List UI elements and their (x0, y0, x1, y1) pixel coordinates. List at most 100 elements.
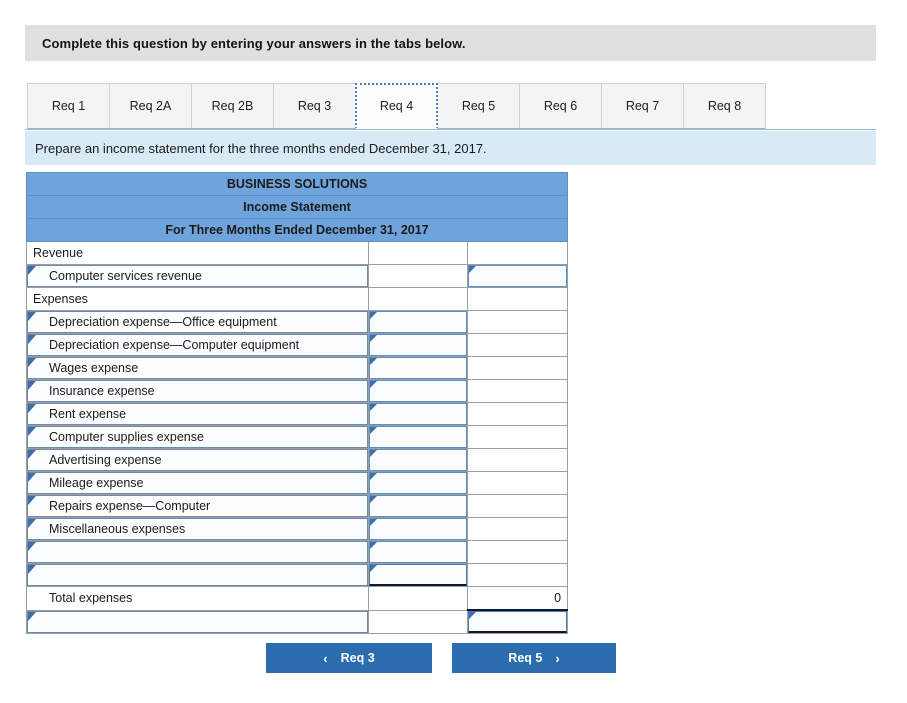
amount-input-cell-1[interactable] (369, 357, 468, 380)
statement-row: Revenue (27, 242, 568, 265)
amount-input-cell-2[interactable] (468, 610, 568, 633)
amount-cell-2 (468, 334, 568, 357)
tab-label: Req 5 (462, 99, 495, 113)
amount-input-cell-1[interactable] (369, 426, 468, 449)
statement-row: Expenses (27, 288, 568, 311)
tab-req-8[interactable]: Req 8 (683, 83, 766, 129)
statement-period: For Three Months Ended December 31, 2017 (27, 219, 568, 242)
account-select-cell[interactable]: Miscellaneous expenses (27, 518, 369, 541)
statement-period-row: For Three Months Ended December 31, 2017 (27, 219, 568, 242)
dropdown-corner-marker-icon (28, 404, 36, 413)
account-label: Computer supplies expense (27, 426, 368, 448)
amount-input-cell-2[interactable] (468, 265, 568, 288)
cell-input-box[interactable] (27, 541, 368, 563)
account-label: Advertising expense (27, 449, 368, 471)
account-select-cell[interactable]: Depreciation expense—Office equipment (27, 311, 369, 334)
cell-input-box[interactable] (369, 311, 467, 333)
account-select-cell[interactable]: Insurance expense (27, 380, 369, 403)
dropdown-corner-marker-icon (370, 381, 377, 388)
account-select-cell[interactable] (27, 564, 369, 587)
dropdown-corner-marker-icon (28, 358, 36, 367)
account-select-cell[interactable]: Computer services revenue (27, 265, 369, 288)
amount-input-cell-1[interactable] (369, 541, 468, 564)
account-label: Expenses (27, 288, 368, 310)
cell-input-box[interactable] (369, 334, 467, 356)
cell-input-box[interactable] (369, 495, 467, 517)
account-label: Wages expense (27, 357, 368, 379)
amount-input-cell-1[interactable] (369, 311, 468, 334)
dropdown-corner-marker-icon (28, 473, 36, 482)
amount-cell-2 (468, 380, 568, 403)
statement-title-row: Income Statement (27, 196, 568, 219)
amount-input-cell-1[interactable] (369, 472, 468, 495)
amount-cell-2 (468, 472, 568, 495)
account-select-cell[interactable]: Repairs expense—Computer (27, 495, 369, 518)
statement-row: Computer services revenue (27, 265, 568, 288)
cell-input-box[interactable] (468, 611, 567, 633)
tab-req-6[interactable]: Req 6 (519, 83, 602, 129)
account-select-cell[interactable]: Computer supplies expense (27, 426, 369, 449)
tab-req-4[interactable]: Req 4 (355, 83, 438, 129)
statement-row: Computer supplies expense (27, 426, 568, 449)
cell-input-box[interactable] (27, 564, 368, 586)
dropdown-corner-marker-icon (28, 427, 36, 436)
account-select-cell[interactable]: Advertising expense (27, 449, 369, 472)
account-select-cell[interactable]: Mileage expense (27, 472, 369, 495)
dropdown-corner-marker-icon (28, 565, 36, 574)
amount-input-cell-1[interactable] (369, 518, 468, 541)
dropdown-corner-marker-icon (370, 519, 377, 526)
dropdown-corner-marker-icon (370, 565, 377, 572)
cell-input-box[interactable] (369, 541, 467, 563)
dropdown-corner-marker-icon (370, 404, 377, 411)
tab-label: Req 8 (708, 99, 741, 113)
amount-cell-2 (468, 288, 568, 311)
tab-req-2b[interactable]: Req 2B (191, 83, 274, 129)
cell-input-box[interactable] (369, 357, 467, 379)
tab-req-3[interactable]: Req 3 (273, 83, 356, 129)
dropdown-corner-marker-icon (370, 335, 377, 342)
cell-input-box[interactable] (369, 472, 467, 494)
cell-input-box[interactable] (369, 518, 467, 540)
cell-input-box[interactable] (27, 611, 368, 633)
account-select-cell[interactable]: Rent expense (27, 403, 369, 426)
amount-input-cell-1[interactable] (369, 380, 468, 403)
prev-requirement-label: Req 3 (341, 651, 375, 665)
cell-input-box[interactable] (369, 403, 467, 425)
amount-input-cell-1[interactable] (369, 403, 468, 426)
tab-req-2a[interactable]: Req 2A (109, 83, 192, 129)
amount-cell-1 (369, 288, 468, 311)
account-select-cell[interactable]: Depreciation expense—Computer equipment (27, 334, 369, 357)
statement-row (27, 541, 568, 564)
amount-input-cell-1[interactable] (369, 495, 468, 518)
dropdown-corner-marker-icon (28, 312, 36, 321)
cell-input-box[interactable] (369, 426, 467, 448)
amount-cell-2 (468, 449, 568, 472)
account-select-cell[interactable] (27, 610, 369, 633)
amount-cell-2 (468, 541, 568, 564)
statement-row: Repairs expense—Computer (27, 495, 568, 518)
amount-value-2: 0 (468, 587, 567, 609)
account-select-cell[interactable] (27, 541, 369, 564)
tab-label: Req 3 (298, 99, 331, 113)
amount-cell-2 (468, 564, 568, 587)
cell-input-box[interactable] (369, 564, 467, 586)
tab-req-1[interactable]: Req 1 (27, 83, 110, 129)
account-select-cell[interactable]: Wages expense (27, 357, 369, 380)
cell-input-box[interactable] (369, 449, 467, 471)
prev-requirement-button[interactable]: ‹ Req 3 (266, 643, 432, 673)
statement-row: Mileage expense (27, 472, 568, 495)
tab-list: Req 1Req 2AReq 2BReq 3Req 4Req 5Req 6Req… (27, 83, 765, 129)
amount-input-cell-1[interactable] (369, 564, 468, 587)
cell-input-box[interactable] (468, 265, 567, 287)
income-statement-worksheet: BUSINESS SOLUTIONS Income Statement For … (26, 172, 567, 634)
cell-input-box[interactable] (369, 380, 467, 402)
statement-company-row: BUSINESS SOLUTIONS (27, 173, 568, 196)
account-label-cell: Revenue (27, 242, 369, 265)
tab-req-7[interactable]: Req 7 (601, 83, 684, 129)
amount-input-cell-1[interactable] (369, 334, 468, 357)
tab-label: Req 2A (130, 99, 172, 113)
tab-req-5[interactable]: Req 5 (437, 83, 520, 129)
amount-input-cell-1[interactable] (369, 449, 468, 472)
next-requirement-button[interactable]: Req 5 › (452, 643, 616, 673)
tab-strip-underline (25, 129, 876, 130)
